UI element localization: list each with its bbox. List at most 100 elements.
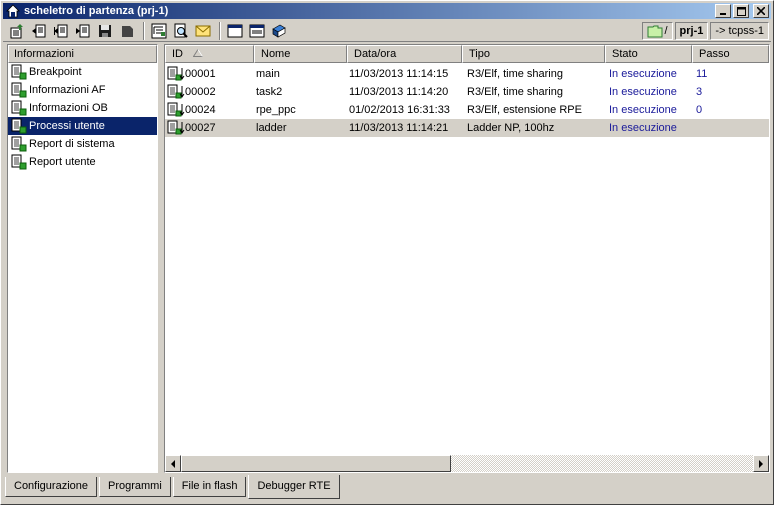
maximize-icon: [736, 6, 746, 16]
table-row[interactable]: 00027 ladder 11/03/2013 11:14:21 Ladder NP,…: [165, 119, 769, 137]
column-header-data[interactable]: Data/ora: [347, 45, 462, 63]
cell-data: 11/03/2013 11:14:21: [349, 122, 449, 134]
project-area: / prj-1 -> tcpss-1: [640, 21, 769, 41]
process-icon: [167, 84, 185, 100]
folder-button[interactable]: /: [642, 22, 673, 40]
cell-stato: In esecuzione: [609, 104, 677, 116]
mail-icon[interactable]: [193, 21, 213, 41]
table-row[interactable]: 00002 task2 11/03/2013 11:14:20 R3/Elf, tim…: [165, 83, 769, 101]
window-list-icon[interactable]: [247, 21, 267, 41]
column-header-tipo[interactable]: Tipo: [462, 45, 605, 63]
cell-data: 01/02/2013 16:31:33: [349, 104, 450, 116]
book-icon[interactable]: [269, 21, 289, 41]
process-icon: [167, 120, 185, 136]
info-tree-header[interactable]: Informazioni: [8, 45, 157, 63]
cell-data: 11/03/2013 11:14:20: [349, 86, 449, 98]
cell-passo: 11: [696, 68, 708, 80]
back-all-icon[interactable]: [51, 21, 71, 41]
folder-icon: [647, 25, 663, 38]
report-node-icon: [11, 64, 27, 80]
tree-item[interactable]: Informazioni AF: [8, 81, 157, 99]
panel-splitter[interactable]: [158, 44, 163, 473]
report-node-icon: [11, 118, 27, 134]
main-window: scheletro di partenza (prj-1) / prj-1 ->…: [0, 0, 774, 505]
title-bar[interactable]: scheletro di partenza (prj-1): [3, 3, 771, 19]
info-tree-panel: Informazioni Breakpoint Informazioni AF In…: [7, 44, 158, 473]
cell-stato: In esecuzione: [609, 86, 677, 98]
process-icon: [167, 66, 185, 82]
cell-id: 00002: [167, 83, 216, 101]
scroll-thumb[interactable]: [181, 455, 451, 472]
maximize-button[interactable]: [733, 4, 749, 18]
toolbar-separator: [219, 21, 221, 40]
report-node-icon: [11, 82, 27, 98]
tree-item[interactable]: Breakpoint: [8, 63, 157, 81]
arrow-right-icon: [759, 459, 763, 468]
tree-item-label: Report di sistema: [29, 138, 115, 150]
report-node-icon: [11, 100, 27, 116]
cell-data: 11/03/2013 11:14:15: [349, 68, 449, 80]
scroll-right-button[interactable]: [753, 455, 769, 472]
disk-icon[interactable]: [95, 21, 115, 41]
toolbar: / prj-1 -> tcpss-1: [3, 20, 771, 42]
cell-tipo: Ladder NP, 100hz: [467, 122, 555, 134]
tree-item-label: Informazioni OB: [29, 102, 108, 114]
tree-item-label: Processi utente: [27, 120, 107, 132]
tree-icon[interactable]: [149, 21, 169, 41]
info-tree: Breakpoint Informazioni AF Informazioni OB…: [8, 63, 157, 171]
toolbar-separator: [143, 21, 145, 40]
tree-item-label: Report utente: [29, 156, 96, 168]
report-node-icon: [11, 154, 27, 170]
cell-stato: In esecuzione: [609, 68, 677, 80]
tree-item[interactable]: Processi utente: [8, 117, 157, 135]
scroll-left-button[interactable]: [165, 455, 181, 472]
arrow-left-icon: [171, 459, 175, 468]
report-node-icon: [11, 136, 27, 152]
close-icon: [757, 7, 765, 15]
tab-debugger-rte[interactable]: Debugger RTE: [248, 475, 340, 499]
window-title: scheletro di partenza (prj-1): [24, 5, 169, 17]
horizontal-scrollbar[interactable]: [165, 455, 769, 472]
tree-item-label: Informazioni AF: [29, 84, 106, 96]
column-header-passo[interactable]: Passo: [692, 45, 769, 63]
scroll-track[interactable]: [181, 455, 753, 472]
cell-passo: 3: [696, 86, 703, 98]
minimize-icon: [720, 13, 726, 15]
cell-nome: rpe_ppc: [256, 104, 296, 116]
tree-item[interactable]: Report utente: [8, 153, 157, 171]
column-header-stato[interactable]: Stato: [605, 45, 692, 63]
app-icon: [6, 4, 20, 18]
tree-item-label: Breakpoint: [29, 66, 82, 78]
cell-nome: main: [256, 68, 280, 80]
minimize-button[interactable]: [715, 4, 731, 18]
target-button[interactable]: -> tcpss-1: [710, 22, 769, 40]
table-row[interactable]: 00024 rpe_ppc 01/02/2013 16:31:33 R3/Elf, e…: [165, 101, 769, 119]
cell-tipo: R3/Elf, time sharing: [467, 68, 563, 80]
find-icon[interactable]: [171, 21, 191, 41]
process-icon: [167, 102, 185, 118]
cell-id: 00024: [167, 101, 216, 119]
bottom-tabs: Configurazione Programmi File in flash Debu…: [5, 475, 342, 499]
table-row[interactable]: 00001 main 11/03/2013 11:14:15 R3/Elf, time…: [165, 65, 769, 83]
process-list-panel: ID Nome Data/ora Tipo Stato Passo 00001 m…: [164, 44, 770, 473]
tab-file-in-flash[interactable]: File in flash: [172, 477, 247, 497]
column-header-nome[interactable]: Nome: [254, 45, 347, 63]
cell-tipo: R3/Elf, estensione RPE: [467, 104, 582, 116]
cell-nome: ladder: [256, 122, 287, 134]
tree-item[interactable]: Report di sistema: [8, 135, 157, 153]
stop-icon[interactable]: [117, 21, 137, 41]
column-header-id[interactable]: ID: [165, 45, 254, 63]
sort-ascending-icon: [192, 46, 204, 62]
properties-icon[interactable]: [7, 21, 27, 41]
tree-item[interactable]: Informazioni OB: [8, 99, 157, 117]
close-button[interactable]: [753, 4, 769, 18]
tab-configurazione[interactable]: Configurazione: [5, 477, 97, 497]
cell-passo: 0: [696, 104, 703, 116]
tab-programmi[interactable]: Programmi: [99, 477, 171, 497]
cell-nome: task2: [256, 86, 283, 98]
window-icon[interactable]: [225, 21, 245, 41]
project-button[interactable]: prj-1: [674, 22, 709, 40]
forward-icon[interactable]: [73, 21, 93, 41]
column-headers: ID Nome Data/ora Tipo Stato Passo: [165, 45, 769, 63]
back-icon[interactable]: [29, 21, 49, 41]
